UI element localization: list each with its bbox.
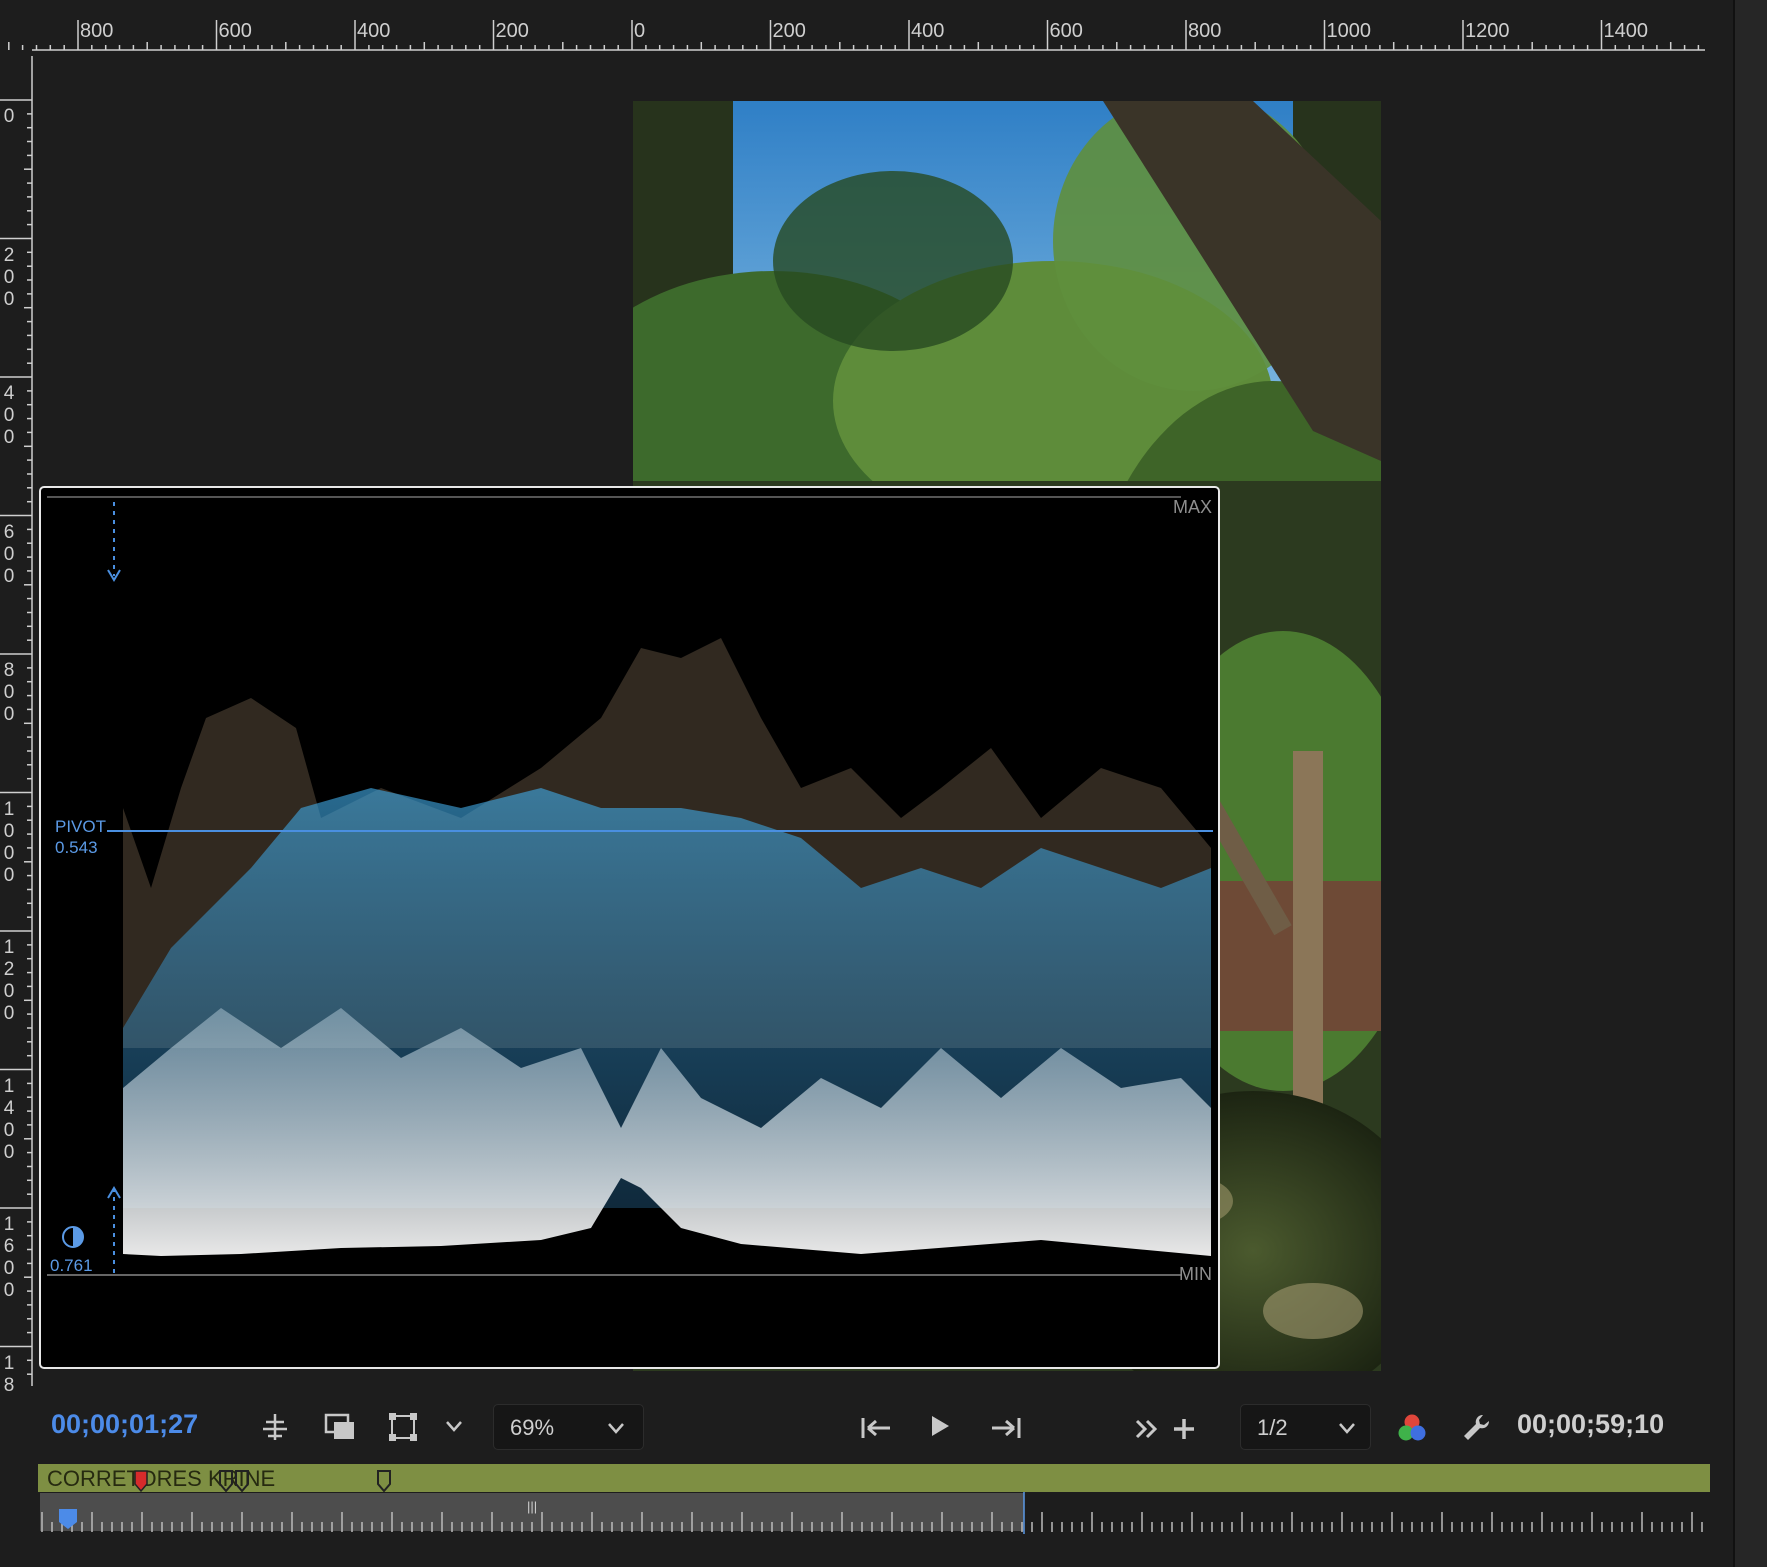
play-icon[interactable]: [929, 1413, 951, 1439]
marker-icon[interactable]: [234, 1470, 250, 1493]
add-button-icon[interactable]: [1171, 1416, 1197, 1442]
more-controls-icon[interactable]: [1134, 1417, 1160, 1441]
ruler-label: 18: [3, 1352, 15, 1396]
scope-graph: [47, 496, 1213, 1278]
horizontal-ruler: 800 600 400 200 0 200 400 600 800 1000 1200 1400: [0, 0, 1705, 56]
add-marker-icon[interactable]: [260, 1412, 290, 1442]
step-forward-icon[interactable]: [990, 1414, 1022, 1442]
vertical-ruler: 0 200 400 600 800 1000 1200 1400 1600 18: [0, 56, 34, 1396]
ruler-label: 800: [3, 660, 15, 725]
ruler-label: 600: [1049, 20, 1083, 42]
time-ruler[interactable]: [36, 1490, 1710, 1536]
chevron-down-icon: [606, 1420, 626, 1436]
wrench-icon[interactable]: [1461, 1412, 1491, 1442]
scope-min-label: MIN: [1179, 1264, 1212, 1284]
color-channels-icon[interactable]: [1396, 1412, 1428, 1444]
ruler-label: 0: [3, 106, 15, 127]
ruler-label: 200: [772, 20, 806, 42]
zoom-select[interactable]: 69%: [493, 1404, 644, 1450]
ruler-label: 1600: [3, 1214, 15, 1301]
ruler-label: 1400: [1603, 20, 1649, 42]
resolution-value: 1/2: [1257, 1415, 1288, 1440]
zoom-value: 69%: [510, 1415, 555, 1440]
pivot-value: 0.543: [55, 838, 98, 857]
ruler-label: 800: [1188, 20, 1222, 42]
marker-icon[interactable]: [376, 1470, 392, 1493]
ruler-label: 400: [911, 20, 945, 42]
current-timecode[interactable]: 00;00;01;27: [51, 1409, 198, 1440]
ruler-label: 1400: [3, 1075, 15, 1163]
contrast-value: 0.761: [50, 1256, 93, 1275]
luma-curve-scope[interactable]: MAX MIN PIVOT 0.543 0.761: [39, 486, 1220, 1369]
transform-icon[interactable]: [388, 1412, 418, 1442]
ruler-label: 1200: [3, 937, 15, 1024]
step-back-icon[interactable]: [860, 1414, 892, 1442]
marker-icon[interactable]: [218, 1470, 234, 1493]
chevron-down-icon[interactable]: [444, 1418, 464, 1434]
ruler-label: 1000: [1326, 20, 1372, 42]
ruler-label: 400: [3, 383, 15, 448]
pivot-label: PIVOT: [55, 817, 107, 836]
contrast-icon[interactable]: [60, 1224, 86, 1250]
playback-resolution-select[interactable]: 1/2: [1240, 1404, 1371, 1450]
ruler-label: 200: [3, 244, 15, 310]
playhead-icon[interactable]: [58, 1508, 78, 1530]
ruler-label: 600: [3, 521, 15, 587]
marker-red-icon[interactable]: [133, 1470, 149, 1493]
program-monitor: 800 600 400 200 0 200 400 600 800 1000 1200 1400 0 2…: [0, 0, 1767, 1567]
ruler-label: 1000: [3, 798, 15, 886]
duration-timecode: 00;00;59;10: [1517, 1409, 1665, 1439]
ruler-label: 0: [634, 20, 646, 42]
safe-margins-icon[interactable]: [324, 1413, 356, 1441]
ruler-label: 200: [495, 20, 529, 42]
clip-bar[interactable]: CORRETORES KRINE: [38, 1464, 1710, 1492]
panel-scroll-edge: [1733, 0, 1767, 1567]
ruler-label: 600: [218, 20, 252, 42]
ruler-label: 1200: [1465, 20, 1510, 42]
scope-max-label: MAX: [1172, 497, 1212, 517]
horizontal-ruler-ticks: [8, 20, 1705, 51]
ruler-label: 400: [357, 20, 391, 42]
ruler-label: 800: [80, 20, 114, 42]
chevron-down-icon: [1337, 1420, 1357, 1436]
